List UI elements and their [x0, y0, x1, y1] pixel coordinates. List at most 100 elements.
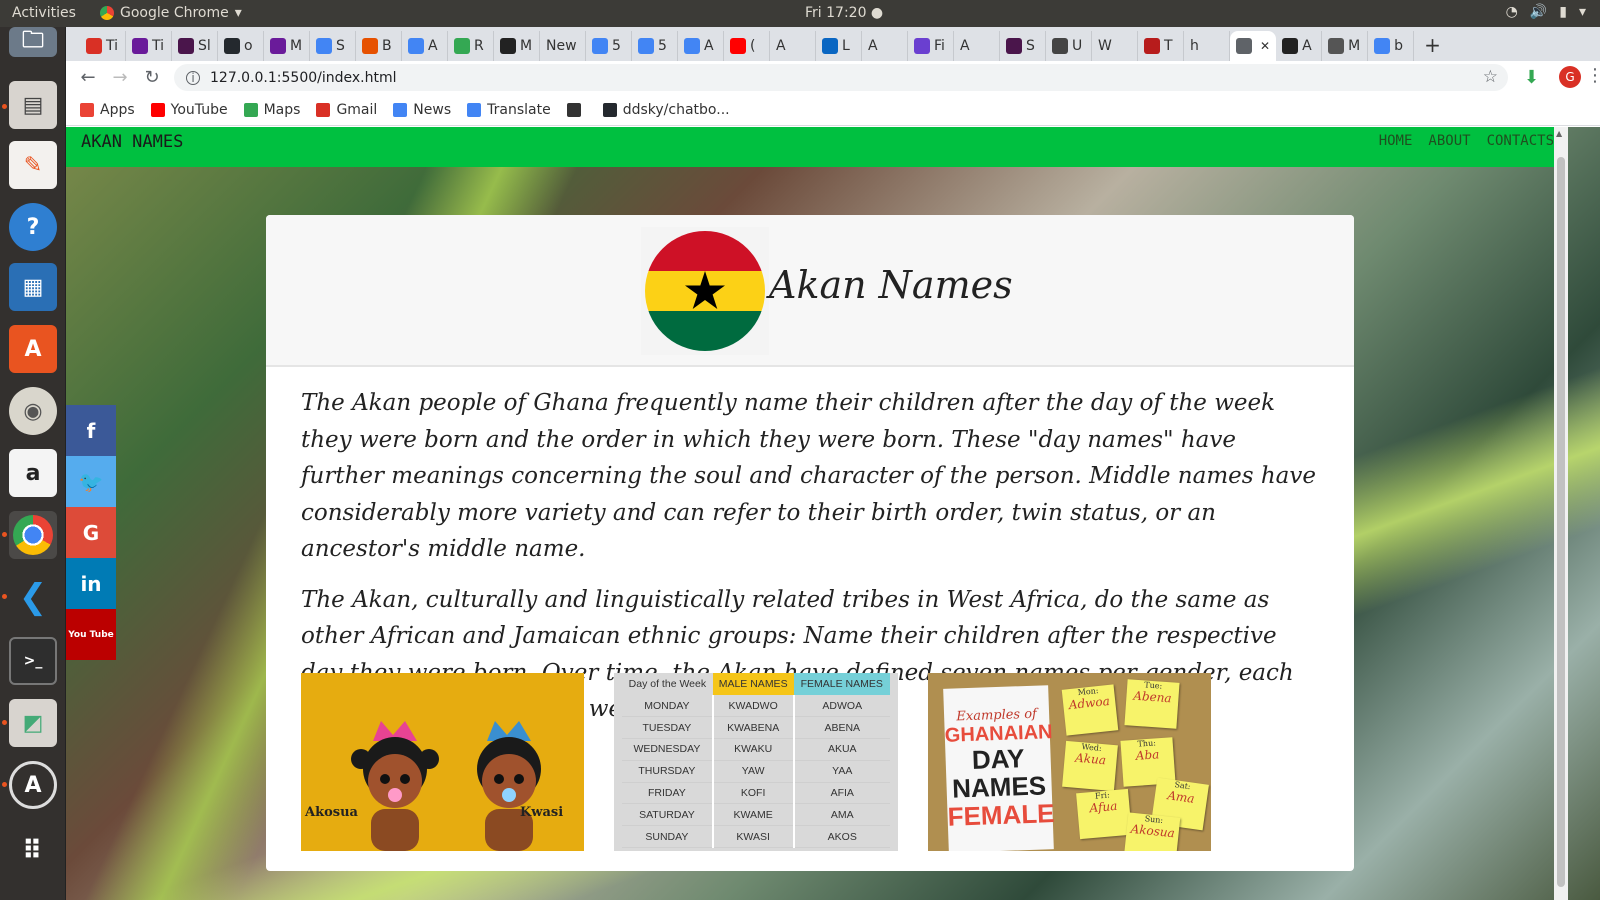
note-name: Akua [1074, 750, 1107, 768]
system-tray[interactable]: ◔ 🔊 ▮ ▾ [1506, 4, 1586, 20]
new-tab-button[interactable]: + [1414, 33, 1451, 61]
browser-tab[interactable]: Ti [126, 31, 172, 61]
info-icon[interactable]: i [186, 70, 200, 85]
table-cell: FRIDAY [622, 782, 713, 805]
browser-tab[interactable]: ( [724, 31, 770, 61]
show-apps-icon[interactable]: ⠿ [9, 827, 57, 875]
tab-label: L [842, 38, 850, 54]
avatar[interactable]: G [1559, 66, 1581, 88]
table-header: FEMALE NAMES [793, 673, 890, 695]
scroll-up-icon[interactable]: ▲ [1556, 129, 1562, 138]
browser-tab[interactable]: Ti [80, 31, 126, 61]
dock-rhythmbox-icon[interactable]: ◉ [9, 387, 57, 435]
linkedin-icon[interactable]: in [66, 558, 116, 609]
browser-tab[interactable]: R [448, 31, 494, 61]
browser-tab[interactable]: b [1368, 31, 1415, 61]
browser-tab[interactable]: h [1184, 31, 1230, 61]
extension-download-icon[interactable]: ⬇ [1524, 67, 1539, 88]
note-name: Abena [1132, 688, 1173, 706]
dock-help-icon[interactable]: ? [9, 203, 57, 251]
browser-tab[interactable]: A [770, 31, 816, 61]
browser-tab[interactable]: M [264, 31, 310, 61]
google-icon [1374, 38, 1391, 54]
browser-tab[interactable]: M [1322, 31, 1369, 61]
facebook-icon[interactable]: f [66, 405, 116, 456]
b-icon [362, 38, 378, 54]
dock-amazon-icon[interactable]: a [9, 449, 57, 497]
dock-file-manager-icon[interactable]: ▤ [9, 81, 57, 129]
dock-writer-icon[interactable]: ▦ [9, 263, 57, 311]
star-icon[interactable]: ☆ [1483, 67, 1498, 87]
table-row: SUNDAY KWASI AKOS [622, 825, 890, 849]
nav-about-link[interactable]: ABOUT [1428, 133, 1470, 149]
browser-tab[interactable]: A [954, 31, 1000, 61]
google-plus-icon[interactable]: G [66, 507, 116, 558]
dock-vscode-icon[interactable]: ❮ [9, 573, 57, 621]
bookmark-item[interactable]: Gmail [316, 102, 377, 118]
reload-icon[interactable]: ↻ [136, 67, 168, 88]
bookmark-item[interactable]: Apps [80, 102, 135, 118]
forward-icon[interactable]: → [104, 67, 136, 88]
tab-label: b [1394, 38, 1403, 54]
table-header: MALE NAMES [712, 673, 794, 695]
facebook-icon [914, 38, 930, 54]
dock-system-monitor-icon[interactable]: ◩ [9, 699, 57, 747]
table-cell: AMA [793, 803, 890, 827]
twitter-icon[interactable]: 🐦 [66, 456, 116, 507]
browser-tab[interactable]: New [540, 31, 586, 61]
bookmark-item[interactable]: News [393, 102, 451, 118]
browser-tab[interactable]: A [862, 31, 908, 61]
menu-icon[interactable]: ⋮ [1586, 65, 1600, 86]
browser-tab[interactable]: A [678, 31, 724, 61]
dock-files-icon[interactable]: 🗀 [9, 27, 57, 57]
browser-tab[interactable]: A [402, 31, 448, 61]
bookmark-item[interactable]: Maps [243, 102, 300, 118]
activities-button[interactable]: Activities [12, 5, 76, 21]
bookmark-item[interactable]: Translate [467, 102, 551, 118]
browser-tab[interactable]: L [816, 31, 862, 61]
dock-text-editor-icon[interactable]: ✎ [9, 141, 57, 189]
browser-tab[interactable]: 5 [586, 31, 632, 61]
youtube-icon[interactable]: You Tube [66, 609, 116, 660]
browser-tab[interactable]: W [1092, 31, 1138, 61]
site-brand[interactable]: AKAN NAMES [81, 132, 183, 152]
running-indicator [2, 104, 7, 109]
clock-text: Fri 17:20 [805, 5, 867, 21]
wikipedia-icon [1282, 38, 1299, 54]
bookmark-item[interactable] [566, 102, 587, 117]
nav-home-link[interactable]: HOME [1379, 133, 1413, 149]
address-bar[interactable]: i 127.0.0.1:5500/index.html ☆ [174, 64, 1508, 91]
tab-label: U [1072, 38, 1083, 54]
bookmark-item[interactable]: ddsky/chatbo... [602, 102, 730, 118]
browser-tab[interactable]: B [356, 31, 402, 61]
page-scrollbar[interactable]: ▲ [1554, 127, 1568, 900]
browser-tab[interactable]: 5 [632, 31, 678, 61]
dock-updater-icon[interactable]: A [9, 761, 57, 809]
table-cell: YAA [793, 760, 890, 783]
google-icon [684, 38, 700, 54]
nav-contacts-link[interactable]: CONTACTS [1487, 133, 1554, 149]
system-top-bar: Activities Google Chrome ▾ Fri 17:20 ● ◔… [0, 0, 1600, 27]
news-icon [393, 102, 408, 117]
dock-software-icon[interactable]: A [9, 325, 57, 373]
scrollbar-thumb[interactable] [1557, 157, 1565, 887]
bookmark-item[interactable]: YouTube [150, 102, 228, 118]
browser-tab[interactable]: U [1046, 31, 1092, 61]
browser-tab[interactable]: S [310, 31, 356, 61]
browser-tab[interactable]: S [1000, 31, 1046, 61]
dock-chrome-icon[interactable] [9, 511, 57, 559]
browser-tab[interactable]: Fi [908, 31, 954, 61]
table-cell: SATURDAY [622, 803, 713, 827]
browser-tab[interactable]: T [1138, 31, 1184, 61]
close-icon[interactable]: ✕ [1260, 39, 1270, 53]
clock[interactable]: Fri 17:20 ● [805, 5, 883, 21]
browser-tab[interactable]: A [1276, 31, 1323, 61]
back-icon[interactable]: ← [72, 67, 104, 88]
battery-icon: ▮ [1559, 4, 1567, 20]
browser-tab[interactable]: ✕ [1230, 31, 1277, 61]
browser-tab[interactable]: Sl [172, 31, 218, 61]
dock-terminal-icon[interactable]: >_ [9, 637, 57, 685]
browser-tab[interactable]: o [218, 31, 264, 61]
app-menu[interactable]: Google Chrome ▾ [100, 5, 242, 21]
browser-tab[interactable]: M [494, 31, 540, 61]
